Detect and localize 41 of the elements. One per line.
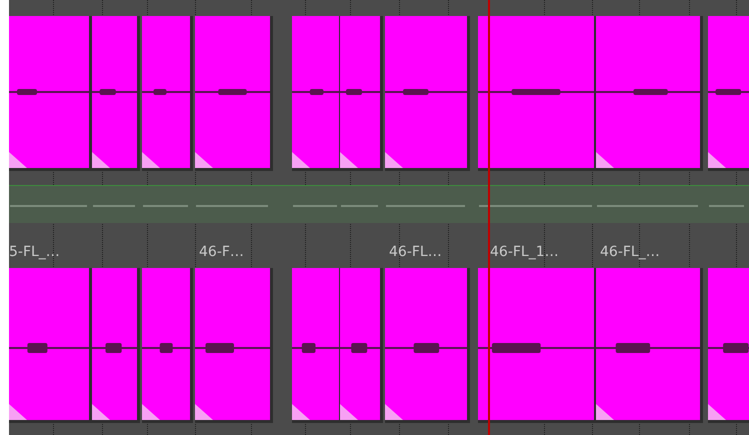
fade-handle-icon[interactable] — [708, 404, 726, 420]
audio-clip[interactable] — [478, 268, 597, 423]
clip-name: 46-F… — [199, 243, 244, 261]
audio-clip[interactable] — [92, 268, 140, 423]
audio-clip[interactable] — [9, 268, 92, 423]
audio-clip[interactable] — [195, 268, 273, 423]
audio-clip[interactable] — [596, 268, 703, 423]
audio-clip[interactable] — [142, 268, 193, 423]
fade-handle-icon[interactable] — [340, 152, 358, 168]
fade-handle-icon[interactable] — [195, 152, 213, 168]
audio-clip[interactable] — [92, 16, 140, 171]
fade-handle-icon[interactable] — [195, 404, 213, 420]
clip-name: 5-FL_… — [9, 243, 60, 261]
fade-handle-icon[interactable] — [92, 404, 110, 420]
audio-clip[interactable] — [385, 268, 470, 423]
audio-clip[interactable] — [596, 16, 703, 171]
fade-handle-icon[interactable] — [142, 152, 160, 168]
fade-handle-icon[interactable] — [340, 404, 358, 420]
clip-name: 46-FL_… — [600, 243, 660, 261]
fade-handle-icon[interactable] — [9, 404, 27, 420]
fade-handle-icon[interactable] — [385, 152, 403, 168]
fade-handle-icon[interactable] — [292, 152, 310, 168]
audio-clip[interactable] — [292, 268, 342, 423]
audio-clip[interactable] — [340, 268, 383, 423]
audio-clip[interactable] — [292, 16, 342, 171]
audio-clip[interactable] — [478, 16, 597, 171]
fade-handle-icon[interactable] — [292, 404, 310, 420]
audio-clip[interactable] — [340, 16, 383, 171]
fade-handle-icon[interactable] — [142, 404, 160, 420]
clip-name: 46-FL_1… — [490, 243, 559, 261]
clip-name: 46-FL… — [389, 243, 442, 261]
audio-clip[interactable] — [142, 16, 193, 171]
fade-handle-icon[interactable] — [92, 152, 110, 168]
fade-handle-icon[interactable] — [385, 404, 403, 420]
fade-handle-icon[interactable] — [708, 152, 726, 168]
fade-handle-icon[interactable] — [9, 152, 27, 168]
fade-handle-icon[interactable] — [596, 152, 614, 168]
audio-clip[interactable] — [385, 16, 470, 171]
fade-handle-icon[interactable] — [596, 404, 614, 420]
audio-clip[interactable] — [9, 16, 92, 171]
audio-clip[interactable] — [195, 16, 273, 171]
